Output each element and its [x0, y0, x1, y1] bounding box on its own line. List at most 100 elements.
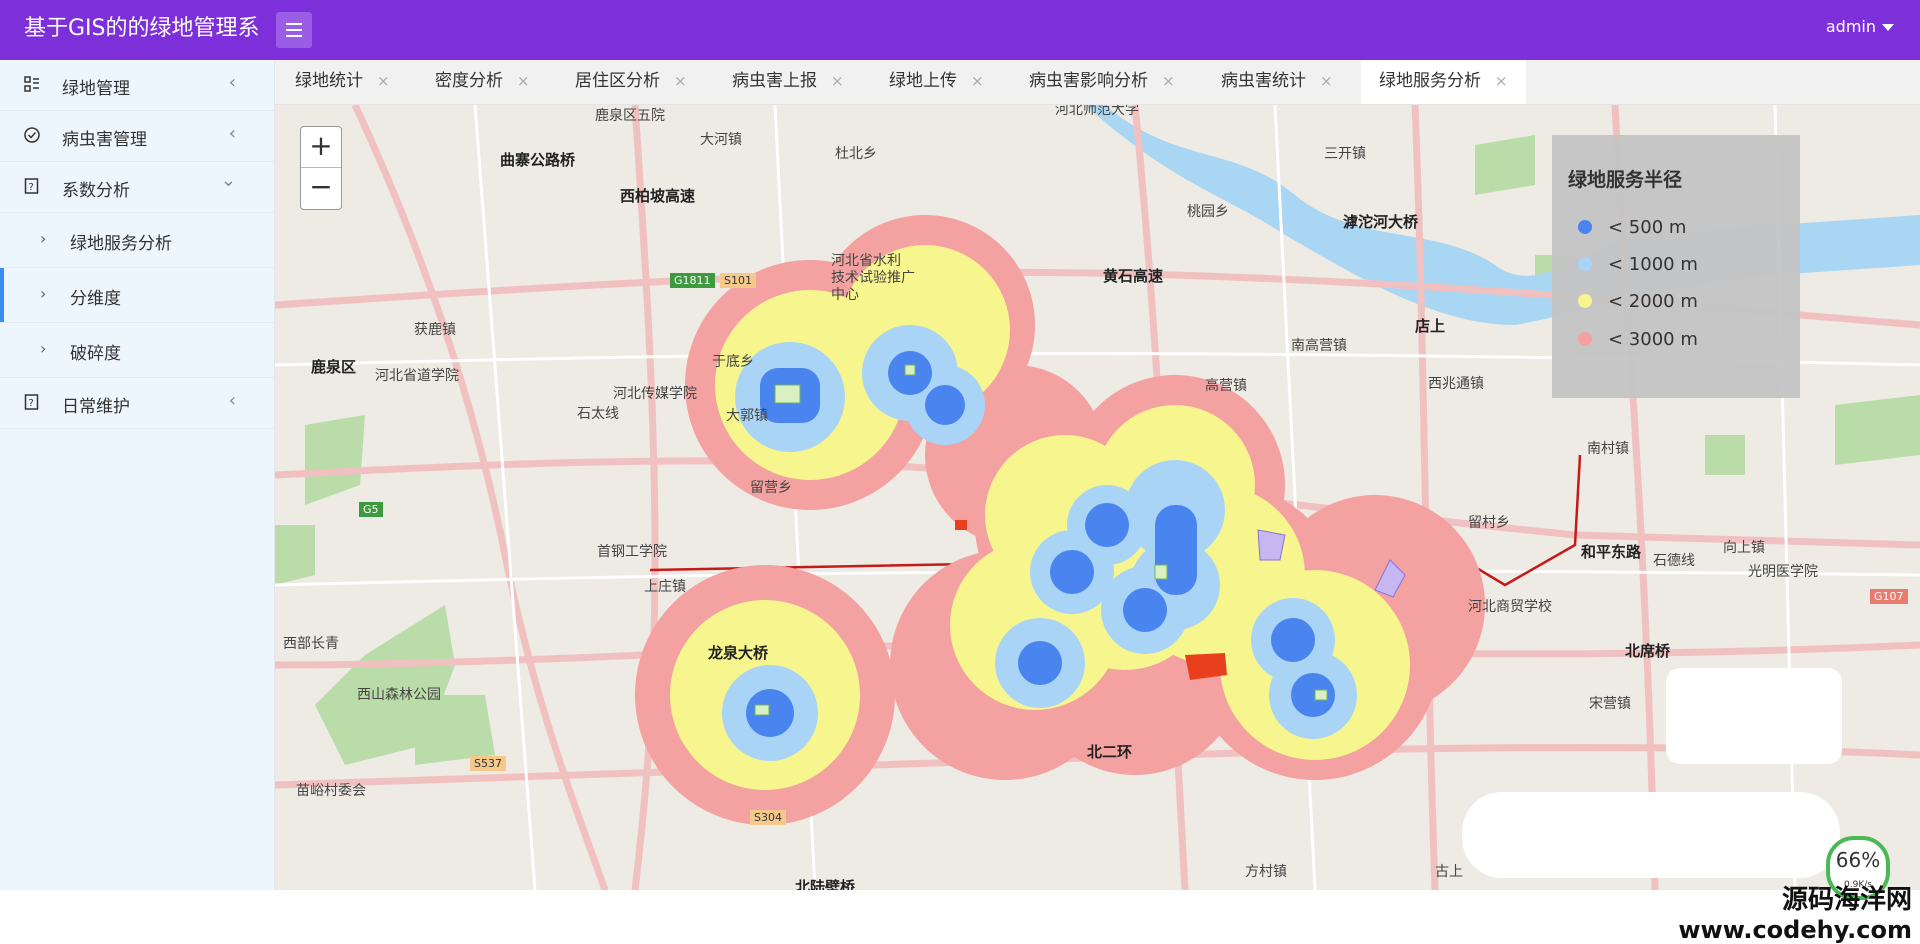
map-label: 龙泉大桥 [708, 644, 769, 662]
legend-item: < 3000 m [1578, 329, 1698, 350]
zoom-out-button[interactable]: − [301, 168, 341, 208]
map-label: 西山森林公园 [357, 687, 441, 703]
chevron-left-icon: ‹ [228, 123, 236, 144]
map-label: 河北省道学院 [375, 368, 459, 384]
map-label: 中心 [831, 287, 859, 303]
tab-label: 绿地上传 [889, 71, 957, 91]
map-label: 大河镇 [700, 132, 742, 148]
close-icon[interactable]: × [377, 72, 390, 90]
map-label: 西兆通镇 [1428, 376, 1484, 392]
sidebar-item-maintenance[interactable]: ? 日常维护 ‹ [0, 378, 274, 429]
top-navbar: 基于GIS的的绿地管理系 admin [0, 0, 1920, 60]
map-label: 店上 [1415, 317, 1446, 335]
highway-shield: G107 [1870, 589, 1908, 604]
hamburger-icon-bar [286, 35, 302, 37]
chevron-right-icon: › [40, 229, 47, 248]
map-label: 苗峪村委会 [296, 783, 366, 799]
map-label: 桃园乡 [1187, 204, 1229, 220]
legend-swatch [1578, 220, 1592, 234]
sidebar-subitem-fragmentation[interactable]: › 破碎度 [0, 323, 274, 378]
tab-bar: 绿地统计 × 密度分析 × 居住区分析 × 病虫害上报 × 绿地上传 × 病虫害影响分析 ×… [275, 60, 1920, 105]
tab-label: 病虫害影响分析 [1029, 71, 1148, 91]
svg-text:?: ? [29, 182, 34, 193]
sidebar-subitem-label: 绿地服务分析 [70, 234, 172, 254]
watermark-url: www.codehy.com [1678, 916, 1912, 944]
map-label: 南村镇 [1587, 441, 1629, 457]
highway-shield: S304 [750, 810, 786, 825]
list-icon [24, 76, 39, 92]
tab-density[interactable]: 密度分析 × [435, 60, 530, 104]
legend-label: < 3000 m [1608, 329, 1698, 350]
menu-toggle-button[interactable] [276, 12, 312, 48]
legend-swatch [1578, 257, 1592, 271]
legend-label: < 2000 m [1608, 291, 1698, 312]
tab-service-analysis[interactable]: 绿地服务分析 × [1361, 60, 1526, 104]
map-label: 留村乡 [1468, 515, 1510, 531]
sidebar-subitem-fractal-dimension[interactable]: › 分维度 [0, 268, 274, 323]
sidebar-item-pest[interactable]: 病虫害管理 ‹ [0, 111, 274, 162]
map-label: 光明医学院 [1748, 564, 1818, 580]
close-icon[interactable]: × [971, 72, 984, 90]
overlay-panel [1666, 668, 1842, 764]
username: admin [1825, 17, 1876, 36]
map-label: 高营镇 [1205, 378, 1247, 394]
tab-pest-impact[interactable]: 病虫害影响分析 × [1029, 60, 1175, 104]
close-icon[interactable]: × [1162, 72, 1175, 90]
close-icon[interactable]: × [831, 72, 844, 90]
map-label: 留营乡 [750, 480, 792, 496]
map-label: 河北传媒学院 [613, 386, 697, 402]
hamburger-icon-bar [286, 29, 302, 31]
highway-shield: S537 [470, 756, 506, 771]
sidebar-item-label: 系数分析 [62, 181, 130, 201]
map-label: 西部长青 [283, 636, 339, 652]
tab-label: 绿地服务分析 [1379, 71, 1481, 91]
sidebar: 绿地管理 ‹ 病虫害管理 ‹ ? 系数分析 ⌄ › 绿地服务分析 › 分维度 ›… [0, 60, 275, 890]
map-label: 大郭镇 [726, 408, 768, 424]
tab-label: 病虫害统计 [1221, 71, 1306, 91]
map-label: 北席桥 [1625, 642, 1671, 660]
tab-greenland-stats[interactable]: 绿地统计 × [295, 60, 390, 104]
highway-shield: G1811 [670, 273, 715, 288]
map-legend: 绿地服务半径 < 500 m < 1000 m < 2000 m < 3000 … [1552, 135, 1800, 398]
map-label: 和平东路 [1581, 543, 1642, 561]
tab-label: 居住区分析 [575, 71, 660, 91]
close-icon[interactable]: × [517, 72, 530, 90]
map-label: 首钢工学院 [597, 544, 667, 560]
hamburger-icon [286, 23, 302, 25]
legend-item: < 500 m [1578, 217, 1686, 238]
tab-pest-stats[interactable]: 病虫害统计 × [1221, 60, 1333, 104]
tab-residential[interactable]: 居住区分析 × [575, 60, 687, 104]
map-label: 三开镇 [1324, 146, 1366, 162]
tab-pest-report[interactable]: 病虫害上报 × [732, 60, 844, 104]
legend-label: < 1000 m [1608, 254, 1698, 275]
tab-greenland-upload[interactable]: 绿地上传 × [889, 60, 984, 104]
map-label: 石太线 [577, 406, 619, 422]
close-icon[interactable]: × [674, 72, 687, 90]
tab-label: 密度分析 [435, 71, 503, 91]
map-label: 向上镇 [1723, 540, 1765, 556]
sidebar-item-greenland[interactable]: 绿地管理 ‹ [0, 60, 274, 111]
tab-label: 病虫害上报 [732, 71, 817, 91]
map-label: 西柏坡高速 [620, 187, 696, 205]
check-circle-icon [24, 127, 40, 143]
close-icon[interactable]: × [1495, 72, 1508, 90]
watermark: 源码海洋网 www.codehy.com [1678, 884, 1912, 944]
sidebar-subitem-service-analysis[interactable]: › 绿地服务分析 [0, 213, 274, 268]
sidebar-subitem-label: 破碎度 [70, 344, 121, 364]
map-label: 杜北乡 [835, 146, 877, 162]
sidebar-item-label: 病虫害管理 [62, 130, 147, 150]
map-label: 石德线 [1653, 553, 1695, 569]
zoom-in-button[interactable]: + [301, 127, 341, 168]
legend-item: < 1000 m [1578, 254, 1698, 275]
document-question-icon: ? [24, 178, 39, 194]
map-label: 于底乡 [712, 354, 754, 370]
chevron-down-icon: ⌄ [220, 170, 236, 191]
user-menu[interactable]: admin [1826, 17, 1894, 36]
map-label: 南高营镇 [1291, 338, 1347, 354]
close-icon[interactable]: × [1320, 72, 1333, 90]
chevron-left-icon: ‹ [228, 72, 236, 93]
sidebar-item-analysis[interactable]: ? 系数分析 ⌄ [0, 162, 274, 213]
map-label: 方村镇 [1245, 864, 1287, 880]
selection-polygon [1257, 529, 1286, 561]
map-label: 获鹿镇 [414, 322, 456, 338]
